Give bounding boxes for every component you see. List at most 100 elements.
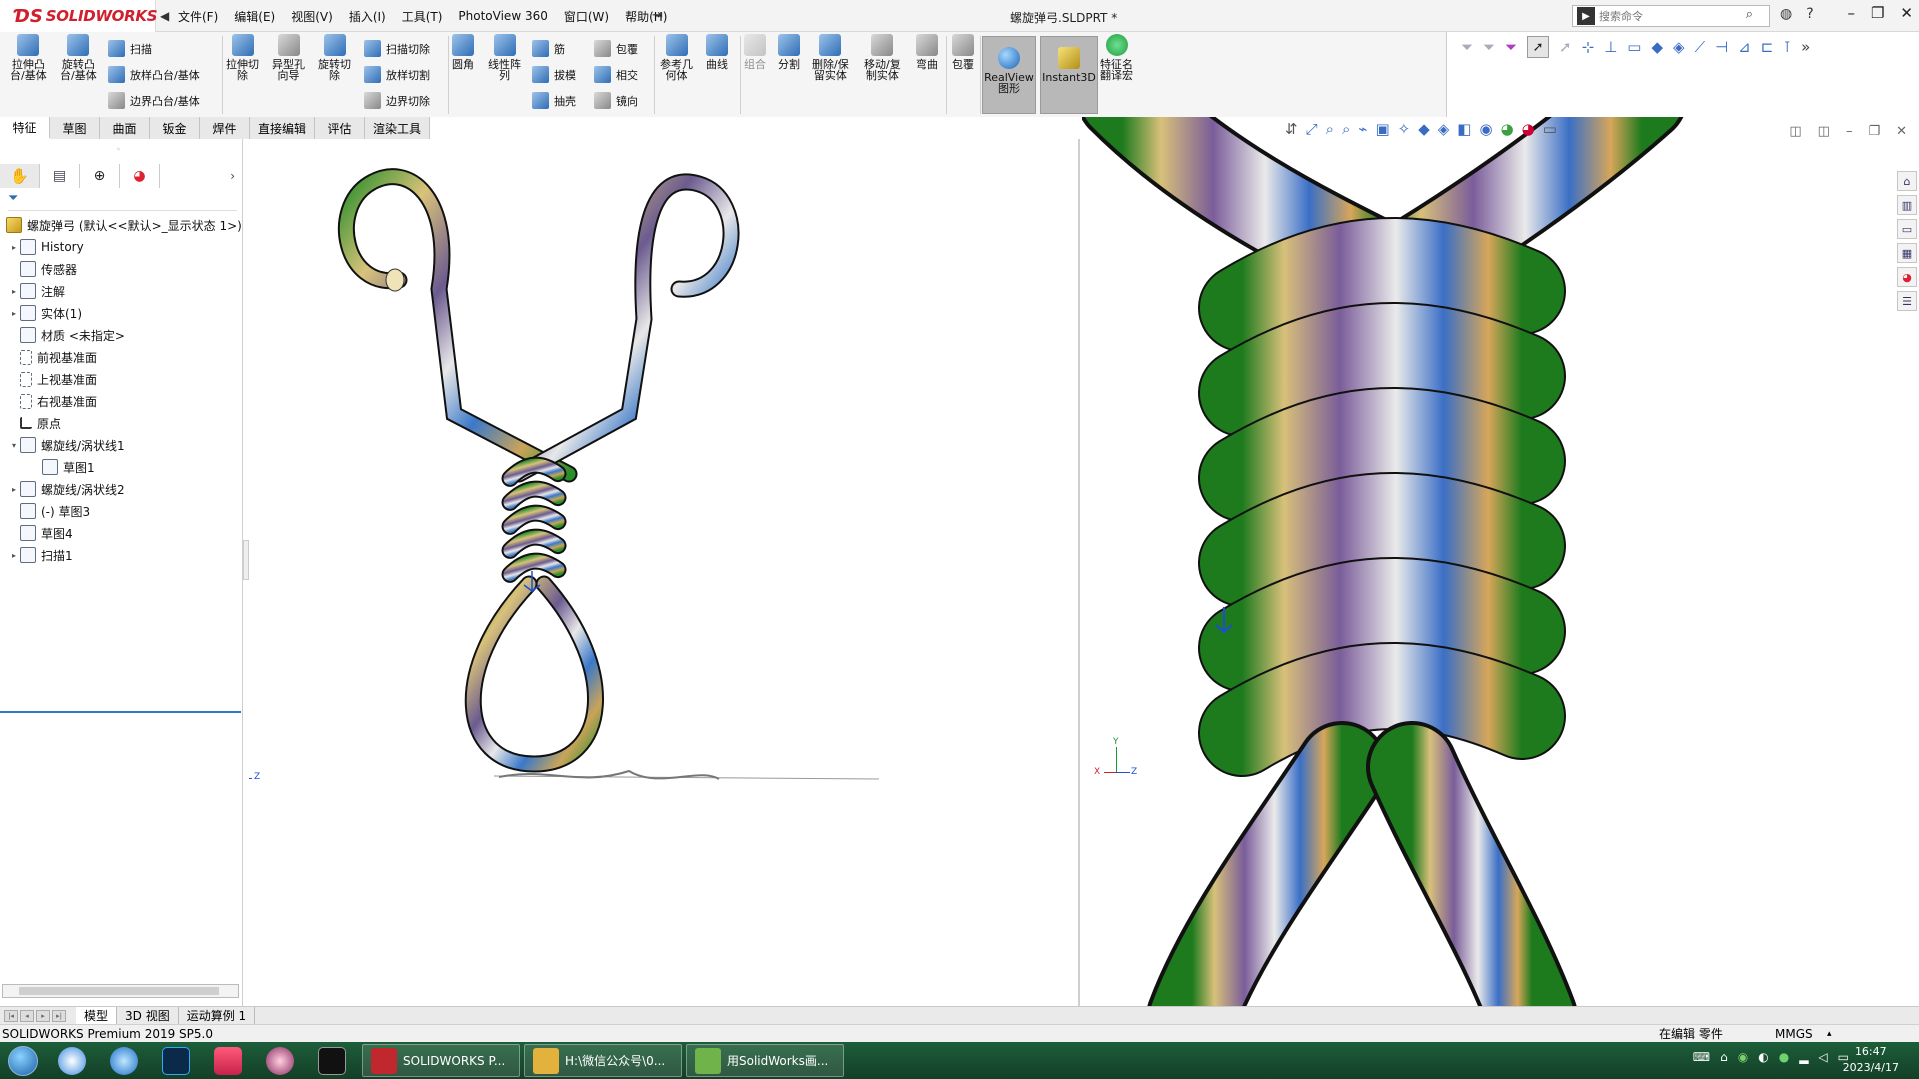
- sweep-cut-button[interactable]: 扫描切除: [364, 40, 430, 57]
- taskbar-app-2[interactable]: 用SolidWorks画...: [686, 1044, 844, 1077]
- tree-node[interactable]: (-) 草图3: [0, 500, 243, 522]
- display-manager-tab[interactable]: ◕: [120, 164, 160, 188]
- rib-button[interactable]: 筋: [532, 40, 565, 57]
- axis-icon[interactable]: ⊥: [1604, 38, 1617, 56]
- rollback-bar[interactable]: [0, 711, 241, 713]
- search-icon[interactable]: ⌕: [1746, 7, 1753, 22]
- tree-node[interactable]: ▸ 实体(1): [0, 302, 243, 324]
- dynamic-annotation-icon[interactable]: ▣: [1375, 120, 1389, 138]
- split-vertical-icon[interactable]: ◫: [1818, 124, 1830, 139]
- bottom-tab-0[interactable]: 模型: [76, 1006, 118, 1025]
- clock[interactable]: 16:47 2023/4/17: [1843, 1044, 1899, 1076]
- view-previous-icon[interactable]: ⇵: [1285, 120, 1298, 138]
- view-orientation-icon[interactable]: ◆: [1418, 120, 1430, 138]
- tree-node[interactable]: 前视基准面: [0, 346, 243, 368]
- curves-button[interactable]: 曲线: [706, 34, 728, 70]
- section-view-icon[interactable]: ⌁: [1358, 120, 1367, 138]
- delete-keep-body-button[interactable]: 删除/保 留实体: [812, 34, 849, 81]
- wrap-feature-button[interactable]: 包覆: [952, 34, 974, 70]
- realview-button[interactable]: RealView 图形: [982, 36, 1036, 114]
- point-icon[interactable]: ⊹: [1582, 38, 1595, 56]
- record-icon[interactable]: ●: [1779, 1050, 1789, 1064]
- feature-tree-tab[interactable]: ✋: [0, 164, 40, 188]
- expand-toggle-icon[interactable]: ▸: [8, 287, 20, 296]
- chevron-right-icon[interactable]: ›: [230, 169, 235, 183]
- plane-icon[interactable]: ▭: [1627, 38, 1641, 56]
- tab-0[interactable]: 特征: [0, 117, 50, 139]
- menu-item-0[interactable]: 文件(F): [178, 8, 218, 25]
- zoom-to-fit-icon[interactable]: ⤢: [1306, 120, 1318, 138]
- tree-root[interactable]: 螺旋弹弓 (默认<<默认>_显示状态 1>): [0, 214, 243, 236]
- expand-toggle-icon[interactable]: ▸: [8, 243, 20, 252]
- translate-feature-names-button[interactable]: 特征名 翻译宏: [1100, 34, 1133, 81]
- extrude-boss-button[interactable]: 拉伸凸 台/基体: [10, 34, 47, 81]
- restore-icon[interactable]: ❐: [1871, 4, 1884, 22]
- search-input[interactable]: [1599, 9, 1729, 23]
- expand-toggle-icon[interactable]: ▸: [8, 485, 20, 494]
- revolve-boss-button[interactable]: 旋转凸 台/基体: [60, 34, 97, 81]
- vp-close-icon[interactable]: ✕: [1896, 124, 1907, 139]
- bottom-tab-2[interactable]: 运动算例 1: [179, 1006, 256, 1025]
- tab-1[interactable]: 草图: [50, 117, 100, 139]
- search-commands[interactable]: ▶ ⌕: [1572, 5, 1770, 27]
- revolve-cut-button[interactable]: 旋转切 除: [318, 34, 351, 81]
- tab-7[interactable]: 渲染工具: [365, 117, 431, 139]
- tree-node[interactable]: 草图1: [0, 456, 243, 478]
- next-tab-icon[interactable]: ▸: [36, 1009, 50, 1022]
- extrude-cut-button[interactable]: 拉伸切 除: [226, 34, 259, 81]
- menu-item-4[interactable]: 工具(T): [402, 8, 443, 25]
- tab-4[interactable]: 焊件: [200, 117, 250, 139]
- tree-node[interactable]: 材质 <未指定>: [0, 324, 243, 346]
- file-explorer-icon[interactable]: ▭: [1897, 219, 1917, 239]
- tree-node[interactable]: 传感器: [0, 258, 243, 280]
- expand-toggle-icon[interactable]: ▸: [8, 309, 20, 318]
- menu-item-5[interactable]: PhotoView 360: [458, 9, 547, 23]
- volume-icon[interactable]: ◁: [1818, 1050, 1827, 1064]
- tab-5[interactable]: 直接编辑: [250, 117, 316, 139]
- pin-menu-icon[interactable]: ⇥: [652, 8, 663, 23]
- unit-system[interactable]: MMGS: [1775, 1027, 1813, 1041]
- expand-icon[interactable]: »: [1801, 38, 1810, 56]
- unit-chevron-icon[interactable]: ▴: [1827, 1029, 1832, 1039]
- vp-minimize-icon[interactable]: –: [1846, 124, 1853, 139]
- horizontal-scrollbar[interactable]: [2, 984, 239, 998]
- menu-item-1[interactable]: 编辑(E): [234, 8, 275, 25]
- tree-filter[interactable]: ⏷: [8, 191, 237, 211]
- filter-icon[interactable]: ⏷: [1461, 38, 1473, 56]
- help-icon[interactable]: ?: [1806, 6, 1813, 22]
- taskbar-app-0[interactable]: SOLIDWORKS P...: [362, 1044, 520, 1077]
- sketch-icon[interactable]: ⟋: [1695, 38, 1706, 56]
- split-button[interactable]: 分割: [778, 34, 800, 70]
- shell-button[interactable]: 抽壳: [532, 92, 576, 109]
- design-library-icon[interactable]: ▥: [1897, 195, 1917, 215]
- tab-3[interactable]: 钣金: [150, 117, 200, 139]
- loft-button[interactable]: 放样凸台/基体: [108, 66, 200, 83]
- tree-node[interactable]: ▸ 注解: [0, 280, 243, 302]
- tree-node[interactable]: 上视基准面: [0, 368, 243, 390]
- zoom-selection-icon[interactable]: ⌕: [1342, 120, 1350, 138]
- mate-icon[interactable]: ⊿: [1738, 38, 1751, 56]
- hide-show-icon[interactable]: ◧: [1457, 120, 1471, 138]
- combine-button[interactable]: 组合: [744, 34, 766, 70]
- relation-icon[interactable]: ⊏: [1761, 38, 1774, 56]
- tree-node[interactable]: 右视基准面: [0, 390, 243, 412]
- property-manager-tab[interactable]: ▤: [40, 164, 80, 188]
- realview-scene-icon[interactable]: ◕: [1522, 120, 1535, 138]
- filter-toolbar-icon[interactable]: ⏷: [1505, 38, 1517, 56]
- solidworks-logo[interactable]: ƊS SOLIDWORKS: [0, 0, 158, 32]
- instant3d-button[interactable]: Instant3D: [1040, 36, 1098, 114]
- hole-wizard-button[interactable]: 异型孔 向导: [272, 34, 305, 81]
- tree-node[interactable]: 草图4: [0, 522, 243, 544]
- flex-button[interactable]: 弯曲: [916, 34, 938, 70]
- custom-properties-icon[interactable]: ☰: [1897, 291, 1917, 311]
- taskbar-pinned-media[interactable]: [202, 1042, 254, 1079]
- menu-collapse-icon[interactable]: ◀: [160, 9, 169, 23]
- viewport-zoomed[interactable]: Y X Z: [1082, 117, 1919, 1006]
- tree-node[interactable]: ▸ 螺旋线/涡状线2: [0, 478, 243, 500]
- expand-toggle-icon[interactable]: ▸: [8, 551, 20, 560]
- monitor-icon[interactable]: ▭: [1543, 120, 1557, 138]
- taskbar-pinned-tool[interactable]: [254, 1042, 306, 1079]
- tree-node[interactable]: ▸ History: [0, 236, 243, 258]
- tree-node[interactable]: ▾ 螺旋线/涡状线1: [0, 434, 243, 456]
- vp-restore-icon[interactable]: ❐: [1868, 124, 1880, 139]
